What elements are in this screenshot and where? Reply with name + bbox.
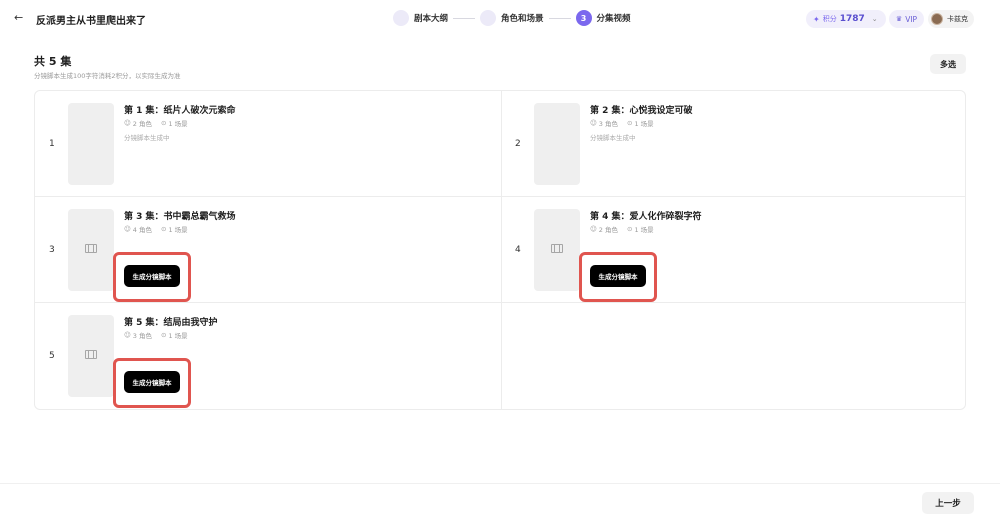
step-outline[interactable]: 剧本大纲	[393, 10, 448, 26]
episode-thumbnail	[68, 315, 114, 397]
episode-title: 第 5 集：结局由我守护	[124, 318, 218, 328]
multi-select-button[interactable]: 多选	[930, 54, 966, 74]
user-menu[interactable]: 卡兹克	[928, 10, 974, 28]
person-icon: ☺	[124, 331, 131, 339]
episode-card-2[interactable]: 2 第 2 集：心悦我设定可破 ☺ 3 角色 ⊙ 1 场景 分镜脚本生成中	[501, 91, 967, 197]
episode-thumbnail	[68, 103, 114, 185]
episode-grid: 1 第 1 集：纸片人破次元索命 ☺ 2 角色 ⊙ 1 场景 分镜脚本生成中 2…	[34, 90, 966, 410]
generating-status: 分镜脚本生成中	[590, 134, 636, 142]
episode-card-5[interactable]: 5 第 5 集：结局由我守护 ☺ 3 角色 ⊙ 1 场景 生成分镜脚本	[35, 303, 501, 409]
top-bar: ← 反派男主从书里爬出来了 剧本大纲 角色和场景 3 分集视频 ✦ 积分 178…	[0, 0, 1000, 36]
points-value: 1787	[839, 14, 865, 24]
role-count: 2 角色	[598, 226, 618, 234]
role-count: 3 角色	[132, 332, 152, 340]
cost-hint: 分镜脚本生成100字符消耗2积分，以实际生成为准	[34, 72, 181, 80]
step-1-label: 剧本大纲	[414, 14, 449, 24]
episode-meta: ☺ 2 角色 ⊙ 1 场景	[124, 118, 188, 128]
episode-number: 3	[49, 245, 55, 255]
role-count: 2 角色	[132, 120, 152, 128]
episode-thumbnail	[534, 209, 580, 291]
points-icon: ✦	[813, 14, 820, 24]
location-pin-icon: ⊙	[160, 225, 167, 233]
episode-meta: ☺ 3 角色 ⊙ 1 场景	[124, 330, 188, 340]
film-icon	[85, 244, 97, 253]
step-characters-scenes[interactable]: 角色和场景	[480, 10, 544, 26]
scene-count: 1 场景	[168, 226, 188, 234]
location-pin-icon: ⊙	[160, 119, 167, 127]
step-divider	[453, 17, 476, 19]
generating-status: 分镜脚本生成中	[124, 134, 170, 142]
previous-step-button[interactable]: 上一步	[922, 492, 974, 514]
generate-storyboard-button[interactable]: 生成分镜脚本	[124, 265, 180, 287]
arrow-left-icon[interactable]: ←	[14, 11, 28, 25]
project-title: 反派男主从书里爬出来了	[36, 16, 146, 27]
step-3-circle: 3	[575, 10, 592, 26]
episode-number: 4	[515, 245, 521, 255]
step-3-label: 分集视频	[596, 14, 631, 24]
vip-badge[interactable]: ♛ VIP	[889, 10, 924, 28]
chevron-down-icon: ⌄	[871, 15, 878, 23]
scene-count: 1 场景	[634, 120, 654, 128]
episode-number: 2	[515, 139, 521, 149]
step-1-circle	[393, 10, 409, 26]
crown-icon: ♛	[895, 15, 903, 23]
episode-card-1[interactable]: 1 第 1 集：纸片人破次元索命 ☺ 2 角色 ⊙ 1 场景 分镜脚本生成中	[35, 91, 501, 197]
episode-title: 第 4 集：爱人化作碎裂字符	[590, 212, 702, 222]
location-pin-icon: ⊙	[626, 119, 633, 127]
generate-storyboard-button[interactable]: 生成分镜脚本	[124, 371, 180, 393]
location-pin-icon: ⊙	[160, 331, 167, 339]
episode-card-4[interactable]: 4 第 4 集：爱人化作碎裂字符 ☺ 2 角色 ⊙ 1 场景 生成分镜脚本	[501, 197, 967, 303]
footer-divider	[0, 483, 1000, 484]
episode-number: 1	[49, 139, 55, 149]
stepper: 剧本大纲 角色和场景 3 分集视频	[393, 8, 631, 28]
points-label: 积分	[822, 15, 837, 23]
step-episode-video[interactable]: 3 分集视频	[575, 10, 631, 26]
episode-card-3[interactable]: 3 第 3 集：书中霸总霸气救场 ☺ 4 角色 ⊙ 1 场景 生成分镜脚本	[35, 197, 501, 303]
film-icon	[85, 350, 97, 359]
episode-title: 第 3 集：书中霸总霸气救场	[124, 212, 236, 222]
step-2-label: 角色和场景	[501, 14, 544, 24]
film-icon	[551, 244, 563, 253]
avatar	[931, 13, 943, 25]
scene-count: 1 场景	[634, 226, 654, 234]
vip-label: VIP	[905, 14, 918, 24]
scene-count: 1 场景	[168, 120, 188, 128]
location-pin-icon: ⊙	[626, 225, 633, 233]
person-icon: ☺	[590, 119, 597, 127]
episode-title: 第 1 集：纸片人破次元索命	[124, 106, 236, 116]
role-count: 4 角色	[132, 226, 152, 234]
episode-thumbnail	[68, 209, 114, 291]
episode-meta: ☺ 3 角色 ⊙ 1 场景	[590, 118, 654, 128]
points-badge[interactable]: ✦ 积分 1787 ⌄	[806, 10, 886, 28]
person-icon: ☺	[590, 225, 597, 233]
step-divider	[548, 17, 571, 19]
episode-count-title: 共 5 集	[34, 55, 72, 68]
episode-thumbnail	[534, 103, 580, 185]
episode-meta: ☺ 2 角色 ⊙ 1 场景	[590, 224, 654, 234]
generate-storyboard-button[interactable]: 生成分镜脚本	[590, 265, 646, 287]
scene-count: 1 场景	[168, 332, 188, 340]
username: 卡兹克	[947, 15, 968, 23]
episode-number: 5	[49, 351, 55, 361]
step-2-circle	[480, 10, 497, 26]
role-count: 3 角色	[598, 120, 618, 128]
episode-meta: ☺ 4 角色 ⊙ 1 场景	[124, 224, 188, 234]
person-icon: ☺	[124, 225, 131, 233]
episode-title: 第 2 集：心悦我设定可破	[590, 106, 693, 116]
person-icon: ☺	[124, 119, 131, 127]
